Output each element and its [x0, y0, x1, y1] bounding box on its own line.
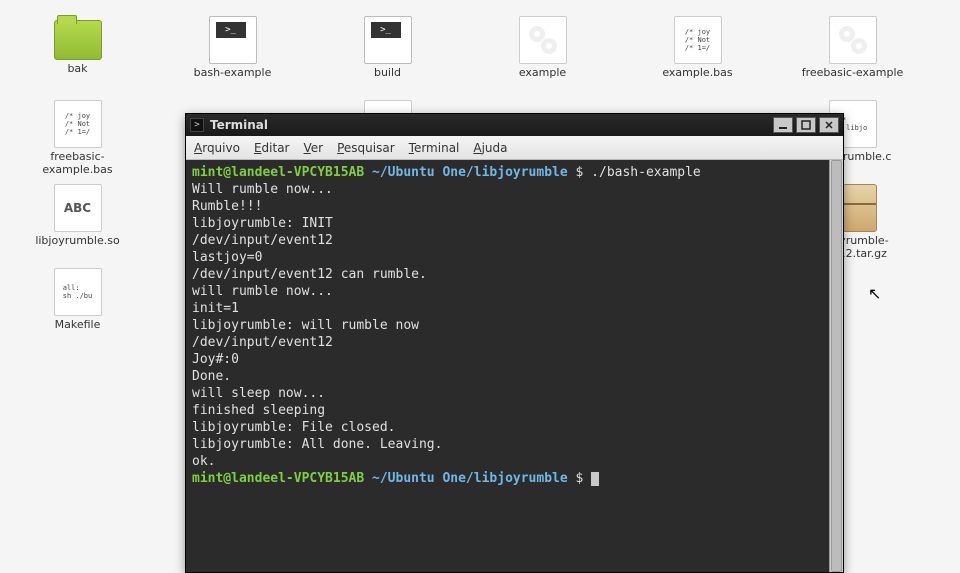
desktop-icon-freebasic-example[interactable]: freebasic-example — [775, 10, 930, 94]
icon-label: Makefile — [55, 318, 101, 331]
titlebar[interactable]: > Terminal — [186, 114, 843, 136]
desktop-icon-bash-example[interactable]: bash-example — [155, 10, 310, 94]
desktop-icon-freebasic-example-bas[interactable]: /* joy /* Not /* 1=/freebasic-example.ba… — [0, 94, 155, 178]
source-file-icon: /* joy /* Not /* 1=/ — [674, 16, 722, 64]
icon-label: libjoyrumble.so — [35, 234, 119, 247]
icon-label: example — [519, 66, 566, 79]
scrollbar[interactable] — [829, 160, 843, 572]
menubar: Arquivo Editar Ver Pesquisar Terminal Ajuda — [186, 136, 843, 160]
terminal-content[interactable]: mint@landeel-VPCYB15AB ~/Ubuntu One/libj… — [186, 160, 829, 572]
shell-script-icon — [209, 16, 257, 64]
icon-label: bak — [67, 62, 87, 75]
terminal-body: mint@landeel-VPCYB15AB ~/Ubuntu One/libj… — [186, 160, 843, 572]
source-file-icon: all: sh ./bu — [54, 268, 102, 316]
executable-icon — [519, 16, 567, 64]
icon-label: freebasic-example.bas — [18, 150, 138, 176]
desktop-icon-build[interactable]: build — [310, 10, 465, 94]
close-button[interactable] — [819, 117, 839, 133]
menu-pesquisar[interactable]: Pesquisar — [337, 141, 395, 155]
menu-editar[interactable]: Editar — [254, 141, 290, 155]
menu-arquivo[interactable]: Arquivo — [194, 141, 240, 155]
terminal-cursor — [591, 472, 599, 486]
shell-script-icon — [364, 16, 412, 64]
minimize-button[interactable] — [773, 117, 793, 133]
icon-label: example.bas — [662, 66, 732, 79]
menu-ver[interactable]: Ver — [304, 141, 324, 155]
menu-ajuda[interactable]: Ajuda — [473, 141, 507, 155]
desktop-icon-example[interactable]: example — [465, 10, 620, 94]
folder-icon — [54, 20, 102, 60]
icon-label: freebasic-example — [802, 66, 904, 79]
scroll-thumb[interactable] — [831, 160, 842, 572]
terminal-window: > Terminal Arquivo Editar Ver Pesquisar Term… — [185, 113, 844, 573]
terminal-icon: > — [190, 118, 204, 132]
icon-label: build — [374, 66, 401, 79]
desktop-icon-example-bas[interactable]: /* joy /* Not /* 1=/ example.bas — [620, 10, 775, 94]
desktop-icon-bak[interactable]: bak — [0, 10, 155, 94]
window-title: Terminal — [210, 118, 773, 132]
desktop-icon-libjoyrumble-so[interactable]: ABC libjoyrumble.so — [0, 178, 155, 262]
executable-icon — [829, 16, 877, 64]
icon-label: bash-example — [194, 66, 272, 79]
desktop-icon-makefile[interactable]: all: sh ./bu Makefile — [0, 262, 155, 346]
maximize-button[interactable] — [796, 117, 816, 133]
source-file-icon: /* joy /* Not /* 1=/ — [54, 100, 102, 148]
menu-terminal[interactable]: Terminal — [409, 141, 460, 155]
library-icon: ABC — [54, 184, 102, 232]
